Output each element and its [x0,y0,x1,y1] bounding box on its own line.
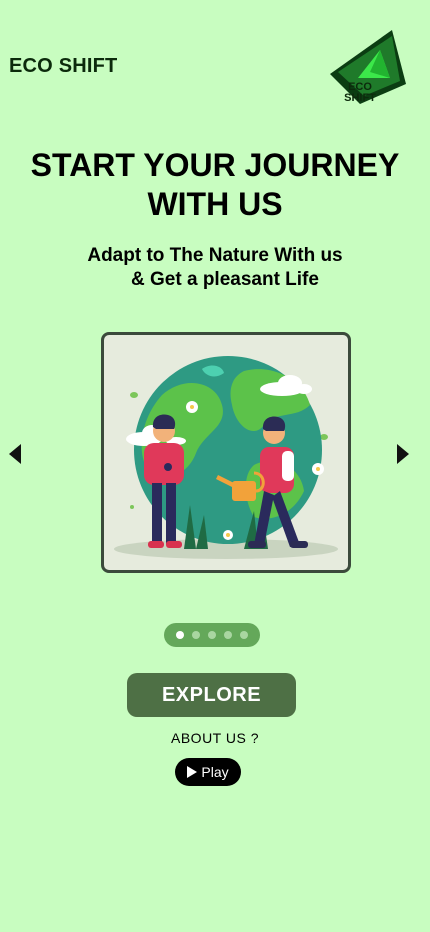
carousel-pagination [164,623,260,647]
carousel-next-arrow-icon[interactable] [397,444,409,464]
play-button[interactable]: Play [175,758,241,786]
brand-name: ECO SHIFT [9,55,118,77]
carousel-dot-5[interactable] [240,631,248,639]
subtitle-line-2: & Get a pleasant Life [131,269,319,290]
about-us-link[interactable]: ABOUT US ? [0,730,430,746]
carousel-dot-4[interactable] [224,631,232,639]
page-title: START YOUR JOURNEY WITH US [0,146,430,224]
subtitle-line-1: Adapt to The Nature With us [87,245,343,266]
carousel-dot-3[interactable] [208,631,216,639]
play-icon [187,766,198,778]
page-subtitle: Adapt to The Nature With us & Get a plea… [0,244,430,292]
carousel-dot-2[interactable] [192,631,200,639]
logo-wordmark: ECO SHIFT [336,82,384,104]
title-line-1: START YOUR JOURNEY [30,147,400,183]
earth-care-illustration-icon [114,356,338,559]
carousel-dot-1[interactable] [176,631,184,639]
carousel-slide[interactable] [101,332,351,573]
play-label: Play [201,764,229,780]
carousel-prev-arrow-icon[interactable] [9,444,21,464]
title-line-2: WITH US [147,186,283,222]
logo-line-shift: SHIFT [344,92,376,104]
explore-button[interactable]: EXPLORE [127,673,296,717]
